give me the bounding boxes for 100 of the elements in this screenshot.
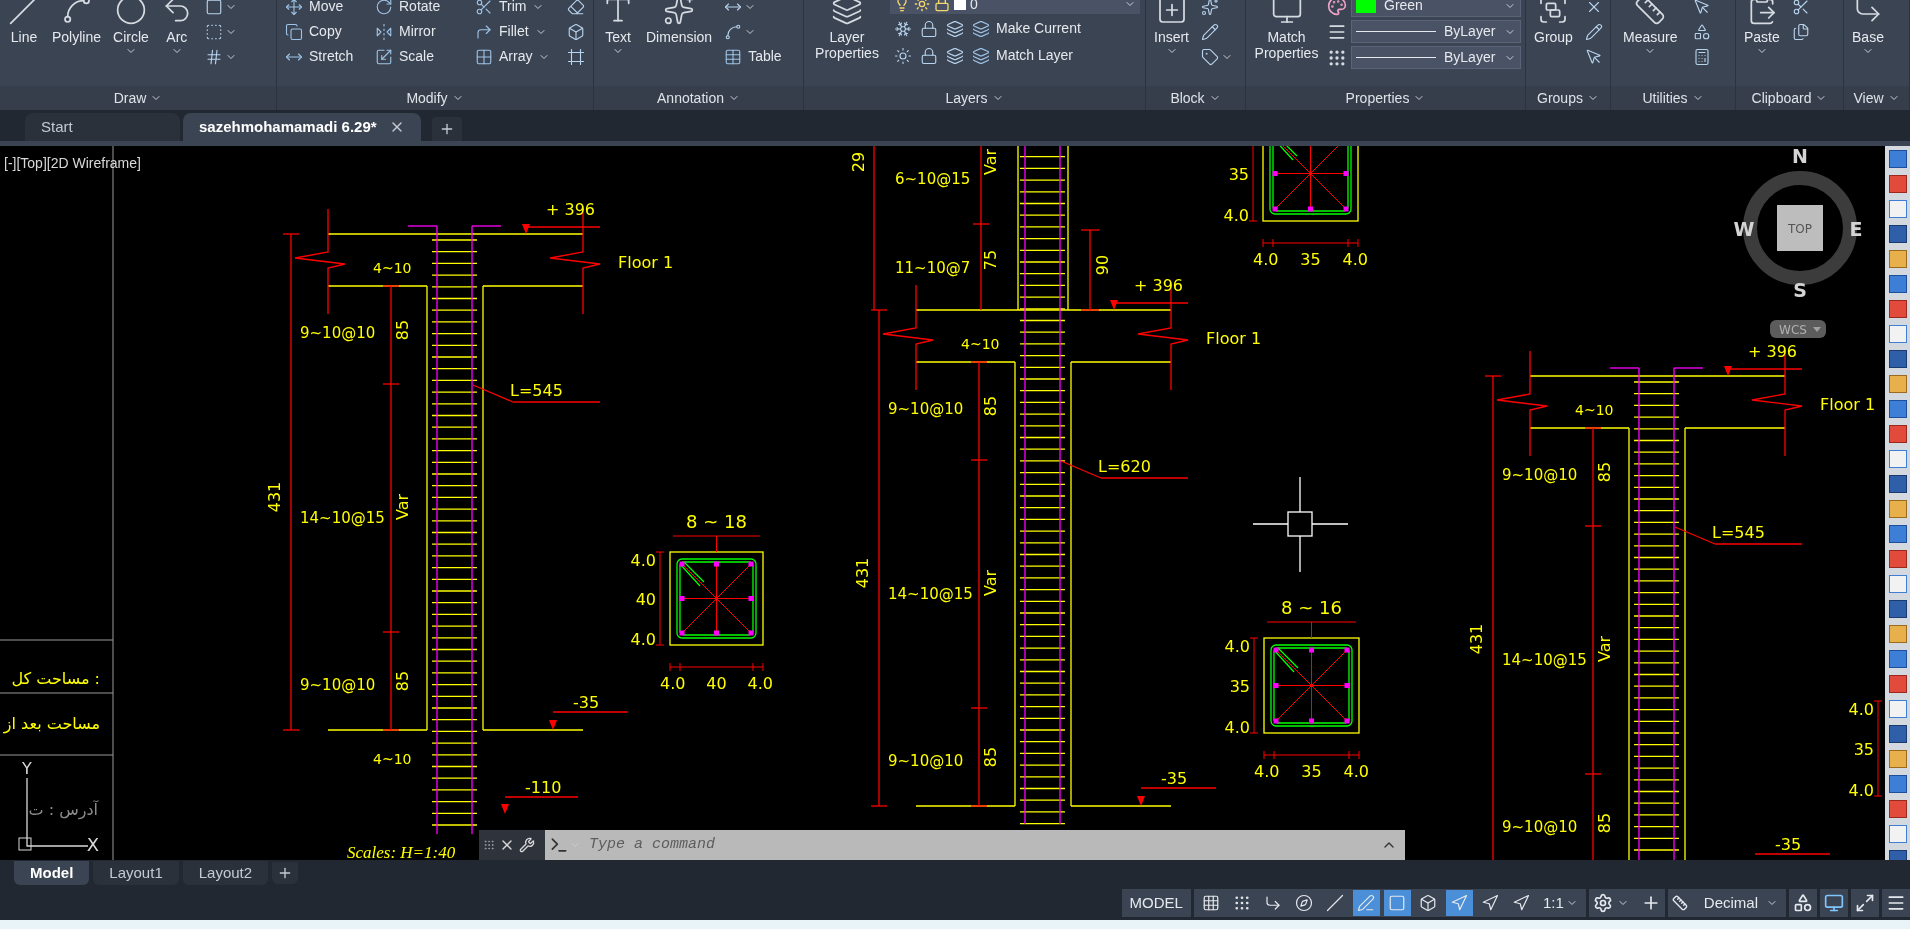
new-tab-button[interactable]: [431, 117, 462, 141]
panel-title-button[interactable]: View: [1844, 86, 1909, 110]
grip-icon[interactable]: [483, 837, 495, 853]
status-toggle-button[interactable]: [1383, 890, 1411, 916]
document-tab[interactable]: sazehmohamamadi 6.29*: [183, 113, 421, 141]
document-tab[interactable]: Start: [25, 113, 180, 141]
ribbon-tool-button[interactable]: Polyline: [48, 0, 106, 45]
palette-tool-icon[interactable]: [1888, 525, 1907, 543]
palette-tool-icon[interactable]: [1888, 150, 1907, 168]
ribbon-tool-button[interactable]: Group: [1530, 0, 1577, 45]
ribbon-tool-button[interactable]: Match Properties: [1250, 0, 1323, 61]
ribbon-tool-button[interactable]: Table: [720, 44, 786, 69]
section-title: 8 ~ 18: [686, 511, 747, 532]
palette-tool-icon[interactable]: [1888, 475, 1907, 493]
ribbon-tool-button[interactable]: Rotate: [371, 0, 471, 19]
palette-tool-icon[interactable]: [1888, 825, 1907, 843]
palette-tool-icon[interactable]: [1888, 575, 1907, 593]
ribbon-tool-button[interactable]: Line: [4, 0, 44, 45]
shapes-icon[interactable]: [1793, 893, 1813, 913]
ribbon-tool-button[interactable]: Mirror: [371, 19, 471, 44]
ribbon-tool-button[interactable]: Array: [471, 44, 563, 69]
palette-tool-icon[interactable]: [1888, 250, 1907, 268]
palette-tool-icon[interactable]: [1888, 800, 1907, 818]
property-dropdown[interactable]: ByLayer: [1351, 20, 1521, 43]
panel-title-button[interactable]: Draw: [0, 86, 276, 110]
wrench-icon[interactable]: [519, 837, 535, 853]
settings-icon[interactable]: [1592, 893, 1613, 913]
panel-title-button[interactable]: Block: [1146, 86, 1245, 110]
array-icon: [475, 47, 493, 66]
palette-tool-icon[interactable]: [1888, 225, 1907, 243]
ribbon-tool-button[interactable]: Copy: [281, 19, 371, 44]
palette-tool-icon[interactable]: [1888, 375, 1907, 393]
ribbon-tool-button[interactable]: Dimension: [642, 0, 717, 45]
stirrup-label: 9~10@10: [300, 324, 376, 342]
ribbon-tool-button[interactable]: Paste: [1740, 0, 1784, 57]
palette-tool-icon[interactable]: [1888, 500, 1907, 518]
area-label: مساحت بعد از: [3, 714, 100, 733]
monitor-icon[interactable]: [1824, 893, 1844, 913]
command-input[interactable]: Type a command: [581, 833, 1381, 857]
layout-tab[interactable]: Layout1: [93, 861, 179, 885]
fullscreen-icon[interactable]: [1855, 893, 1875, 913]
layout-tab[interactable]: Layout2: [182, 861, 269, 885]
drawing-canvas[interactable]: [0, 146, 1885, 860]
property-dropdown[interactable]: Green: [1351, 0, 1521, 17]
ribbon-tool-button[interactable]: Insert: [1150, 0, 1193, 57]
lock-icon: [934, 0, 950, 12]
panel-title-button[interactable]: Clipboard: [1736, 86, 1843, 110]
palette-tool-icon[interactable]: [1888, 300, 1907, 318]
palette-tool-icon[interactable]: [1888, 650, 1907, 668]
viewport-controls-label[interactable]: [-][Top][2D Wireframe]: [4, 153, 141, 174]
prompt-icon[interactable]: [549, 835, 569, 855]
palette-tool-icon[interactable]: [1888, 550, 1907, 568]
ribbon-tool-button[interactable]: Move: [281, 0, 371, 19]
dimension-label: 4.0: [747, 674, 773, 693]
stirrup-label: 9~10@10: [1502, 466, 1578, 484]
panel-title-button[interactable]: Properties: [1246, 86, 1525, 110]
palette-tool-icon[interactable]: [1888, 200, 1907, 218]
palette-tool-icon[interactable]: [1888, 350, 1907, 368]
panel-title-button[interactable]: Groups: [1526, 86, 1610, 110]
ribbon-tool-button[interactable]: Trim: [471, 0, 563, 19]
ribbon-tool-button[interactable]: Base: [1848, 0, 1888, 57]
palette-tool-icon[interactable]: [1888, 600, 1907, 618]
panel-title-button[interactable]: Modify: [277, 86, 593, 110]
palette-tool-icon[interactable]: [1888, 450, 1907, 468]
ribbon-tool-button[interactable]: Measure: [1619, 0, 1682, 57]
palette-tool-icon[interactable]: [1888, 675, 1907, 693]
cube-face-label: TOP: [1788, 222, 1812, 236]
ribbon-tool-button[interactable]: Layer Properties: [808, 0, 886, 61]
panel-title-button[interactable]: Layers: [804, 86, 1145, 110]
dimension-label: 431: [1467, 623, 1486, 655]
palette-tool-icon[interactable]: [1888, 700, 1907, 718]
palette-tool-icon[interactable]: [1888, 275, 1907, 293]
palette-tool-icon[interactable]: [1888, 725, 1907, 743]
ribbon-tool-button[interactable]: Stretch: [281, 44, 371, 69]
status-toggle-button[interactable]: [1445, 890, 1473, 916]
ribbon-tool-button[interactable]: Fillet: [471, 19, 563, 44]
ribbon-tool-button[interactable]: Make Current: [968, 16, 1085, 41]
ribbon-tool-button[interactable]: Match Layer: [968, 43, 1078, 68]
ribbon-tool-button[interactable]: Scale: [371, 44, 471, 69]
layout-tab[interactable]: Model: [14, 861, 90, 885]
menu-icon[interactable]: [1886, 893, 1906, 913]
ribbon-tool-button[interactable]: Arc: [156, 0, 197, 57]
dimension-label: 29: [849, 151, 868, 173]
ribbon-tool-button[interactable]: Circle: [109, 0, 153, 57]
palette-tool-icon[interactable]: [1888, 750, 1907, 768]
palette-tool-icon[interactable]: [1888, 425, 1907, 443]
palette-tool-icon[interactable]: [1888, 775, 1907, 793]
palette-tool-icon[interactable]: [1888, 400, 1907, 418]
status-toggle-button[interactable]: [1352, 890, 1380, 916]
dimension-label: 85: [1595, 812, 1614, 834]
palette-tool-icon[interactable]: [1888, 175, 1907, 193]
palette-tool-icon[interactable]: [1888, 625, 1907, 643]
ribbon-tool-button[interactable]: Text: [598, 0, 638, 57]
command-input-field[interactable]: Type a command: [545, 830, 1405, 860]
palette-tool-icon[interactable]: [1888, 325, 1907, 343]
panel-title-button[interactable]: Utilities: [1611, 86, 1735, 110]
annotation-scale-dropdown[interactable]: 1:1: [1538, 891, 1582, 915]
panel-title-button[interactable]: Annotation: [594, 86, 803, 110]
new-layout-button[interactable]: [272, 862, 299, 884]
property-dropdown[interactable]: ByLayer: [1351, 46, 1521, 69]
